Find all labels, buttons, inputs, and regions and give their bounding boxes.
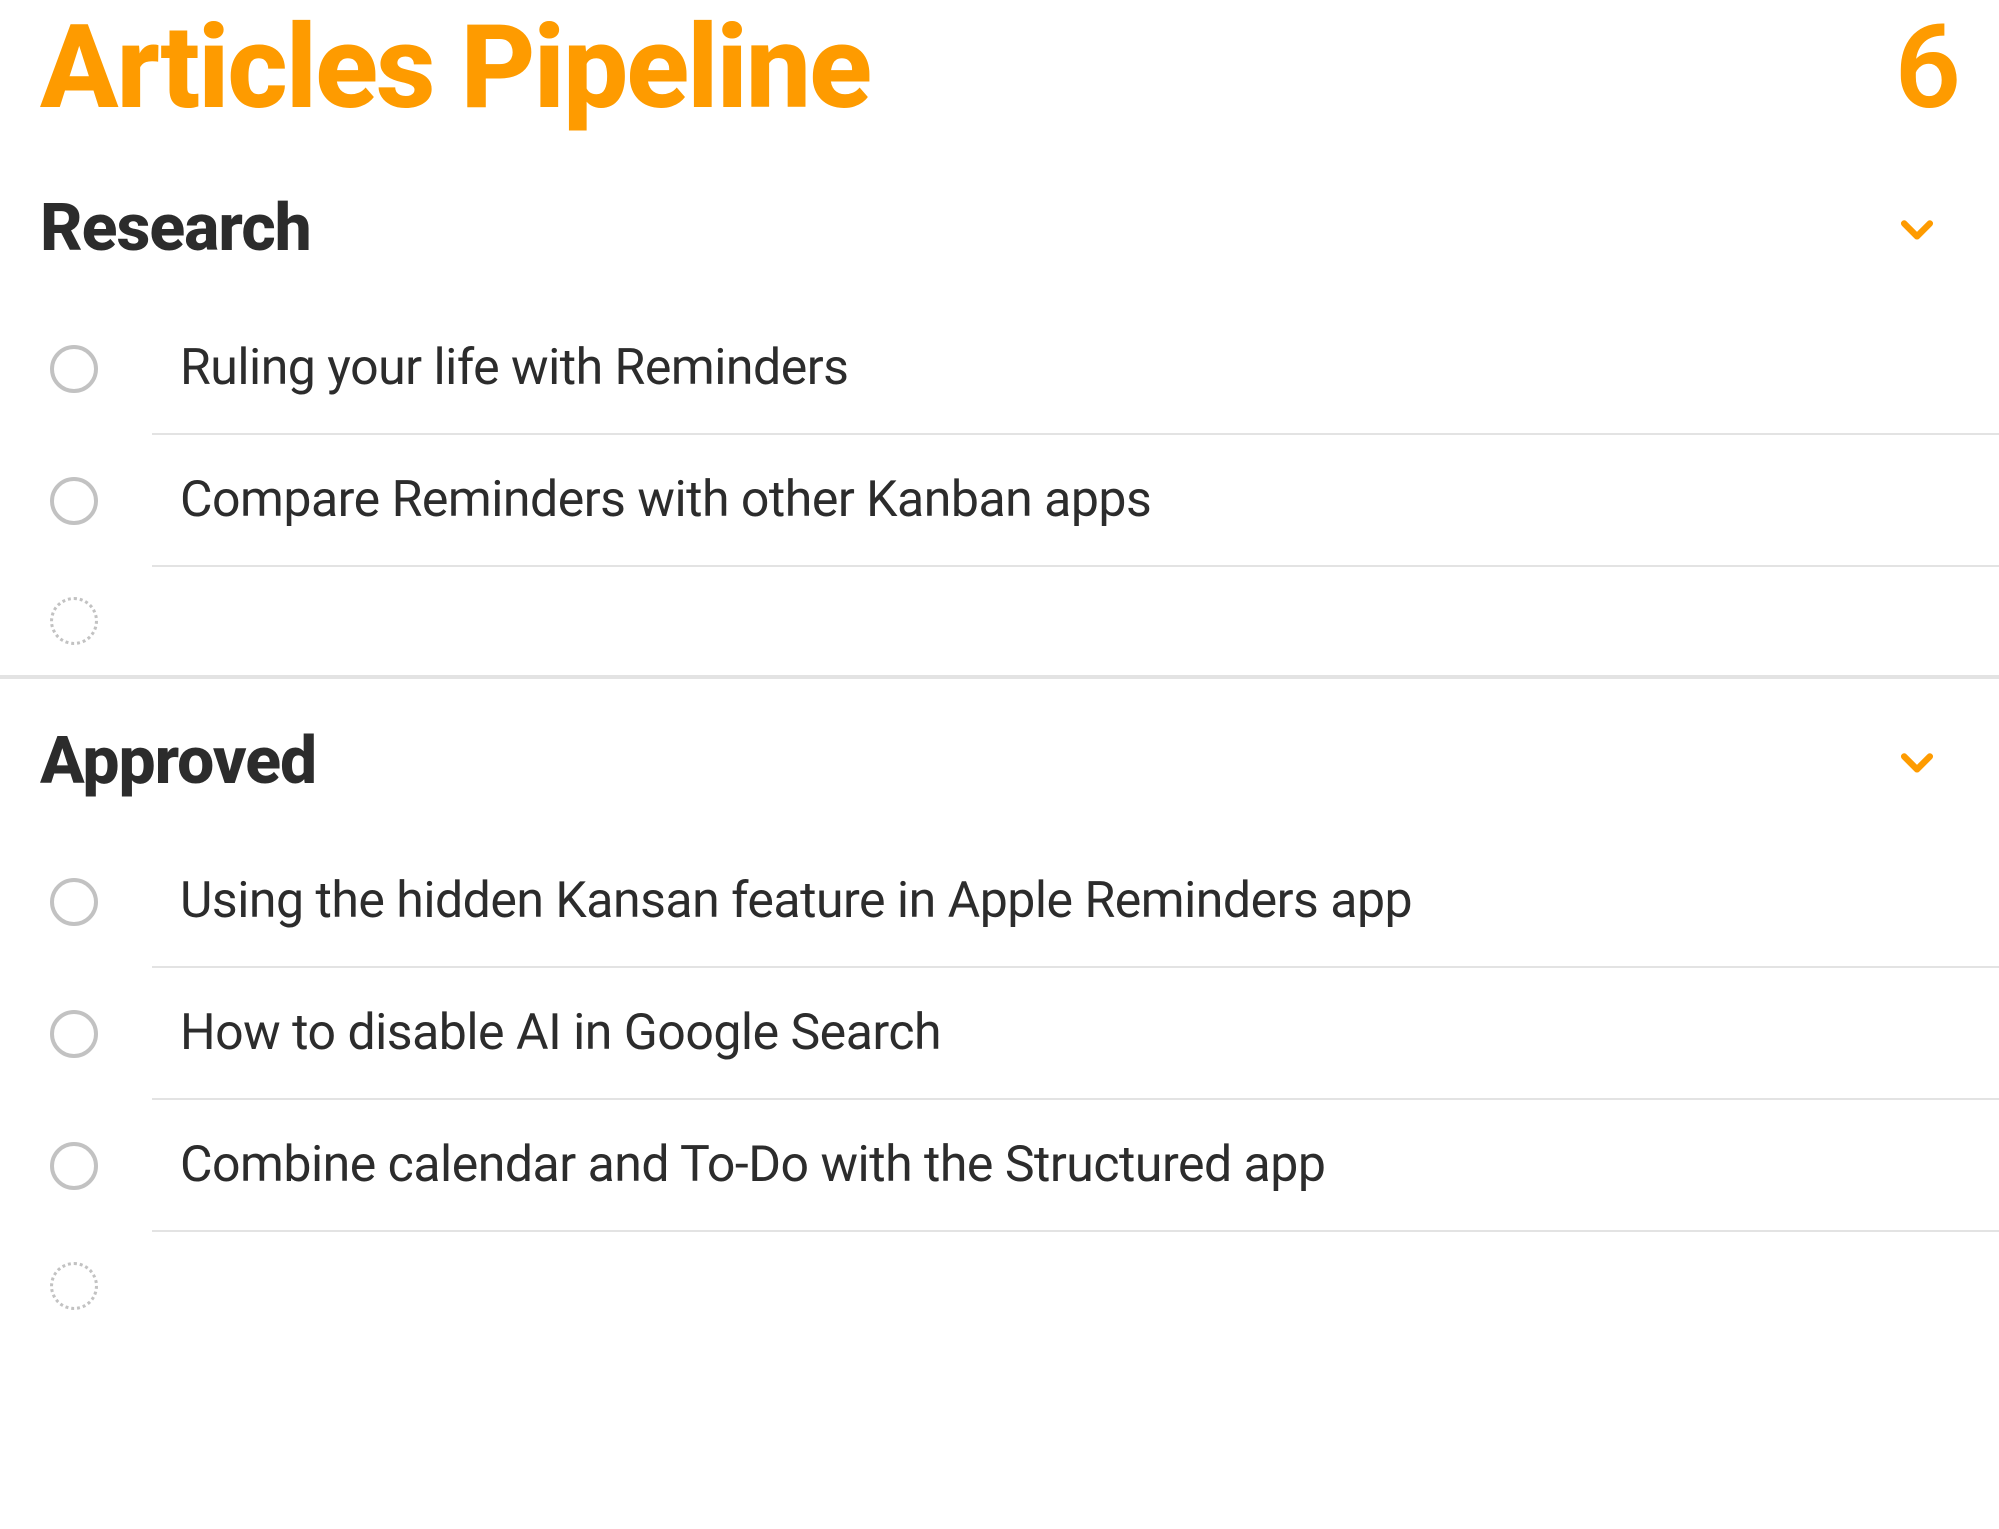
section-approved: Approved Using the hidden Kansan feature… xyxy=(0,679,1999,1340)
complete-toggle[interactable] xyxy=(50,477,98,525)
reminder-title[interactable]: How to disable AI in Google Search xyxy=(180,1004,941,1062)
complete-toggle[interactable] xyxy=(50,878,98,926)
complete-toggle[interactable] xyxy=(50,345,98,393)
complete-toggle[interactable] xyxy=(50,1010,98,1058)
section-header[interactable]: Approved xyxy=(0,679,1999,810)
reminder-title[interactable]: Using the hidden Kansan feature in Apple… xyxy=(180,872,1412,930)
item-text-wrap: Combine calendar and To-Do with the Stru… xyxy=(152,1100,1999,1232)
section-items: Ruling your life with Reminders Compare … xyxy=(0,277,1999,675)
reminders-list: Articles Pipeline 6 Research Ruling your… xyxy=(0,0,1999,1340)
section-title: Research xyxy=(40,190,311,267)
add-placeholder-icon[interactable] xyxy=(50,1262,98,1310)
reminder-title[interactable]: Ruling your life with Reminders xyxy=(180,339,848,397)
list-header: Articles Pipeline 6 xyxy=(0,0,1999,146)
list-title: Articles Pipeline xyxy=(40,0,870,136)
reminder-item[interactable]: Ruling your life with Reminders xyxy=(0,303,1999,435)
reminder-item[interactable]: Combine calendar and To-Do with the Stru… xyxy=(0,1100,1999,1232)
list-count: 6 xyxy=(1895,0,1959,136)
complete-toggle[interactable] xyxy=(50,1142,98,1190)
section-items: Using the hidden Kansan feature in Apple… xyxy=(0,810,1999,1340)
section-research: Research Ruling your life with Reminders… xyxy=(0,146,1999,675)
add-reminder-row[interactable] xyxy=(0,567,1999,675)
item-text-wrap: How to disable AI in Google Search xyxy=(152,968,1999,1100)
reminder-title[interactable]: Combine calendar and To-Do with the Stru… xyxy=(180,1136,1325,1194)
add-placeholder-icon[interactable] xyxy=(50,597,98,645)
chevron-down-icon[interactable] xyxy=(1895,740,1939,784)
item-text-wrap: Using the hidden Kansan feature in Apple… xyxy=(152,836,1999,968)
item-text-wrap: Ruling your life with Reminders xyxy=(152,303,1999,435)
item-text-wrap: Compare Reminders with other Kanban apps xyxy=(152,435,1999,567)
reminder-item[interactable]: How to disable AI in Google Search xyxy=(0,968,1999,1100)
reminder-item[interactable]: Compare Reminders with other Kanban apps xyxy=(0,435,1999,567)
section-title: Approved xyxy=(40,723,316,800)
reminder-item[interactable]: Using the hidden Kansan feature in Apple… xyxy=(0,836,1999,968)
section-header[interactable]: Research xyxy=(0,146,1999,277)
reminder-title[interactable]: Compare Reminders with other Kanban apps xyxy=(180,471,1151,529)
chevron-down-icon[interactable] xyxy=(1895,207,1939,251)
add-reminder-row[interactable] xyxy=(0,1232,1999,1340)
